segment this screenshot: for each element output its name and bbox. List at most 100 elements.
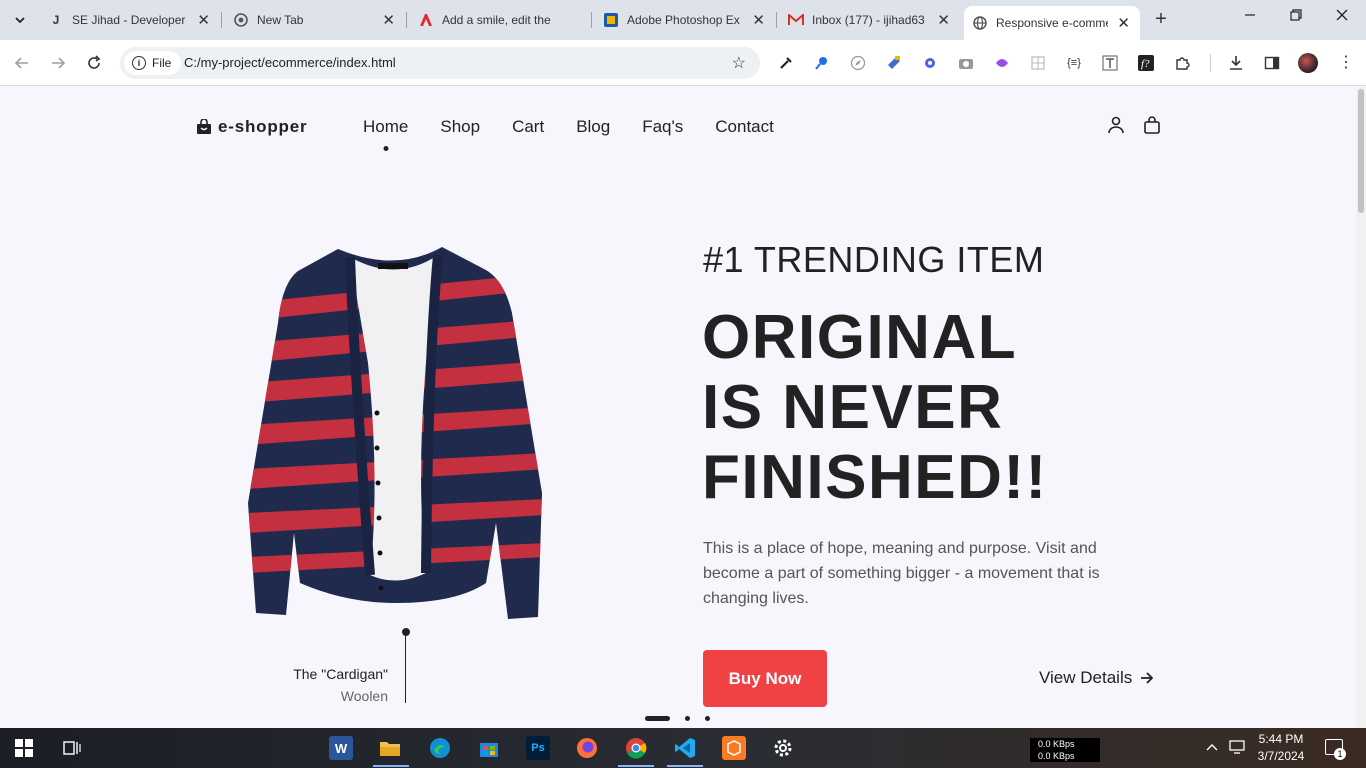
clock-date[interactable]: 3/7/2024 xyxy=(1256,749,1306,763)
url-text[interactable]: C:/my-project/ecommerce/index.html xyxy=(184,55,396,70)
fontface-extension-icon[interactable]: f? xyxy=(1136,53,1156,73)
chrome-app-icon[interactable] xyxy=(624,736,648,760)
vscode-app-icon[interactable] xyxy=(673,736,697,760)
color-picker-extension-icon[interactable] xyxy=(884,53,904,73)
start-button[interactable] xyxy=(12,736,36,760)
hero-description: This is a place of hope, meaning and pur… xyxy=(703,540,1100,607)
show-hidden-icons-chevron-icon[interactable] xyxy=(1206,740,1218,755)
task-view-button[interactable] xyxy=(60,736,84,760)
nav-contact[interactable]: Contact xyxy=(715,117,774,137)
back-button[interactable] xyxy=(11,52,33,74)
slider-dot[interactable] xyxy=(685,716,690,721)
adobe-icon xyxy=(418,12,434,28)
browser-toolbar: i File C:/my-project/ecommerce/index.htm… xyxy=(0,40,1366,86)
tab-se-jihad[interactable]: J SE Jihad - Developer ✕ xyxy=(48,6,220,34)
product-material: Woolen xyxy=(340,688,388,704)
j-logo-icon: J xyxy=(52,13,60,27)
page-scrollbar[interactable] xyxy=(1356,87,1366,728)
close-icon[interactable]: ✕ xyxy=(382,11,395,29)
page-viewport: e-shopper Home Shop Cart Blog Faq's Cont… xyxy=(0,87,1356,728)
nav-cart[interactable]: Cart xyxy=(512,117,544,137)
cart-bag-icon[interactable] xyxy=(1143,116,1161,134)
eyedropper-extension-icon[interactable] xyxy=(776,53,796,73)
new-tab-button[interactable]: + xyxy=(1150,8,1172,30)
tab-responsive-ecommerce[interactable]: Responsive e-comme ✕ xyxy=(964,6,1140,40)
forward-button[interactable] xyxy=(47,52,69,74)
gradient-extension-icon[interactable] xyxy=(992,53,1012,73)
close-icon[interactable]: ✕ xyxy=(937,11,950,29)
download-icon[interactable] xyxy=(1226,53,1246,73)
tab-adobe-photoshop[interactable]: Adobe Photoshop Ex ✕ xyxy=(603,6,775,34)
address-bar[interactable]: i File C:/my-project/ecommerce/index.htm… xyxy=(120,47,760,79)
site-info-chip[interactable]: i File xyxy=(124,51,182,75)
view-details-link[interactable]: View Details xyxy=(1039,668,1154,688)
product-name: The "Cardigan" xyxy=(293,666,388,682)
grid-extension-icon[interactable] xyxy=(1028,53,1048,73)
profile-avatar[interactable] xyxy=(1298,53,1318,73)
nav-shop[interactable]: Shop xyxy=(440,117,480,137)
shopping-bag-icon xyxy=(197,119,211,134)
bookmark-star-icon[interactable]: ☆ xyxy=(732,53,746,73)
nav-home[interactable]: Home xyxy=(363,117,408,137)
close-icon[interactable]: ✕ xyxy=(752,11,765,29)
minimize-window-button[interactable] xyxy=(1240,8,1260,24)
tab-new-tab[interactable]: New Tab ✕ xyxy=(233,6,405,34)
tab-gmail-inbox[interactable]: Inbox (177) - ijihad63 ✕ xyxy=(788,6,960,34)
settings-gear-icon[interactable] xyxy=(771,736,795,760)
json-extension-icon[interactable]: {≡} xyxy=(1064,53,1084,73)
task-view-icon xyxy=(63,741,81,755)
arrow-left-icon xyxy=(14,57,28,69)
brand-logo[interactable]: e-shopper xyxy=(196,117,307,137)
reload-button[interactable] xyxy=(83,52,105,74)
close-icon[interactable]: ✕ xyxy=(197,11,210,29)
clock-time[interactable]: 5:44 PM xyxy=(1258,732,1304,746)
scrollbar-thumb[interactable] xyxy=(1358,89,1364,213)
network-speed-meter: 0.0 KBps 0.0 KBps xyxy=(1030,738,1100,762)
xampp-app-icon[interactable] xyxy=(722,736,746,760)
puzzle-extensions-icon[interactable] xyxy=(1172,53,1192,73)
restore-icon xyxy=(1290,9,1302,21)
store-app-icon[interactable] xyxy=(477,736,501,760)
slider-pagination xyxy=(645,716,725,721)
info-icon: i xyxy=(132,56,146,70)
network-icon[interactable] xyxy=(1229,740,1245,757)
font-extension-icon[interactable] xyxy=(1100,53,1120,73)
tab-divider xyxy=(776,12,777,28)
slider-dot[interactable] xyxy=(705,716,710,721)
tab-search-button[interactable] xyxy=(6,6,34,34)
windows-logo-icon xyxy=(15,739,33,757)
word-app-icon[interactable]: W xyxy=(329,736,353,760)
gear-extension-icon[interactable] xyxy=(920,53,940,73)
nav-faqs[interactable]: Faq's xyxy=(642,117,683,137)
nav-blog[interactable]: Blog xyxy=(576,117,610,137)
firefox-app-icon[interactable] xyxy=(575,736,599,760)
file-explorer-icon[interactable] xyxy=(378,736,402,760)
chrome-icon xyxy=(233,12,249,28)
photoshop-icon xyxy=(603,12,619,28)
brand-name: e-shopper xyxy=(218,117,308,136)
tab-title: Responsive e-comme xyxy=(996,16,1108,30)
site-chip-label: File xyxy=(152,56,172,70)
hero-title: ORIGINAL IS NEVER FINISHED!! xyxy=(702,303,1302,513)
close-window-button[interactable] xyxy=(1332,8,1352,24)
magnifier-extension-icon[interactable] xyxy=(812,53,832,73)
tab-title: Add a smile, edit the xyxy=(442,13,551,27)
hero-title-line: FINISHED!! xyxy=(702,443,1048,512)
tab-title: New Tab xyxy=(257,13,304,27)
close-icon[interactable]: ✕ xyxy=(1117,14,1130,32)
browser-menu-icon[interactable]: ⋮ xyxy=(1338,52,1354,72)
active-app-indicator xyxy=(373,765,409,767)
buy-now-button[interactable]: Buy Now xyxy=(703,650,827,707)
compass-extension-icon[interactable] xyxy=(848,53,868,73)
photoshop-app-icon[interactable]: Ps xyxy=(526,736,550,760)
slider-dot-active[interactable] xyxy=(645,716,670,721)
close-icon xyxy=(1336,9,1348,21)
tab-divider xyxy=(591,12,592,28)
restore-window-button[interactable] xyxy=(1286,8,1306,24)
tab-adobe-express[interactable]: Add a smile, edit the xyxy=(418,6,590,34)
network-upload-speed: 0.0 KBps xyxy=(1038,739,1075,749)
camera-extension-icon[interactable] xyxy=(956,53,976,73)
user-icon[interactable] xyxy=(1107,116,1125,134)
side-panel-icon[interactable] xyxy=(1262,53,1282,73)
edge-browser-icon[interactable] xyxy=(428,736,452,760)
